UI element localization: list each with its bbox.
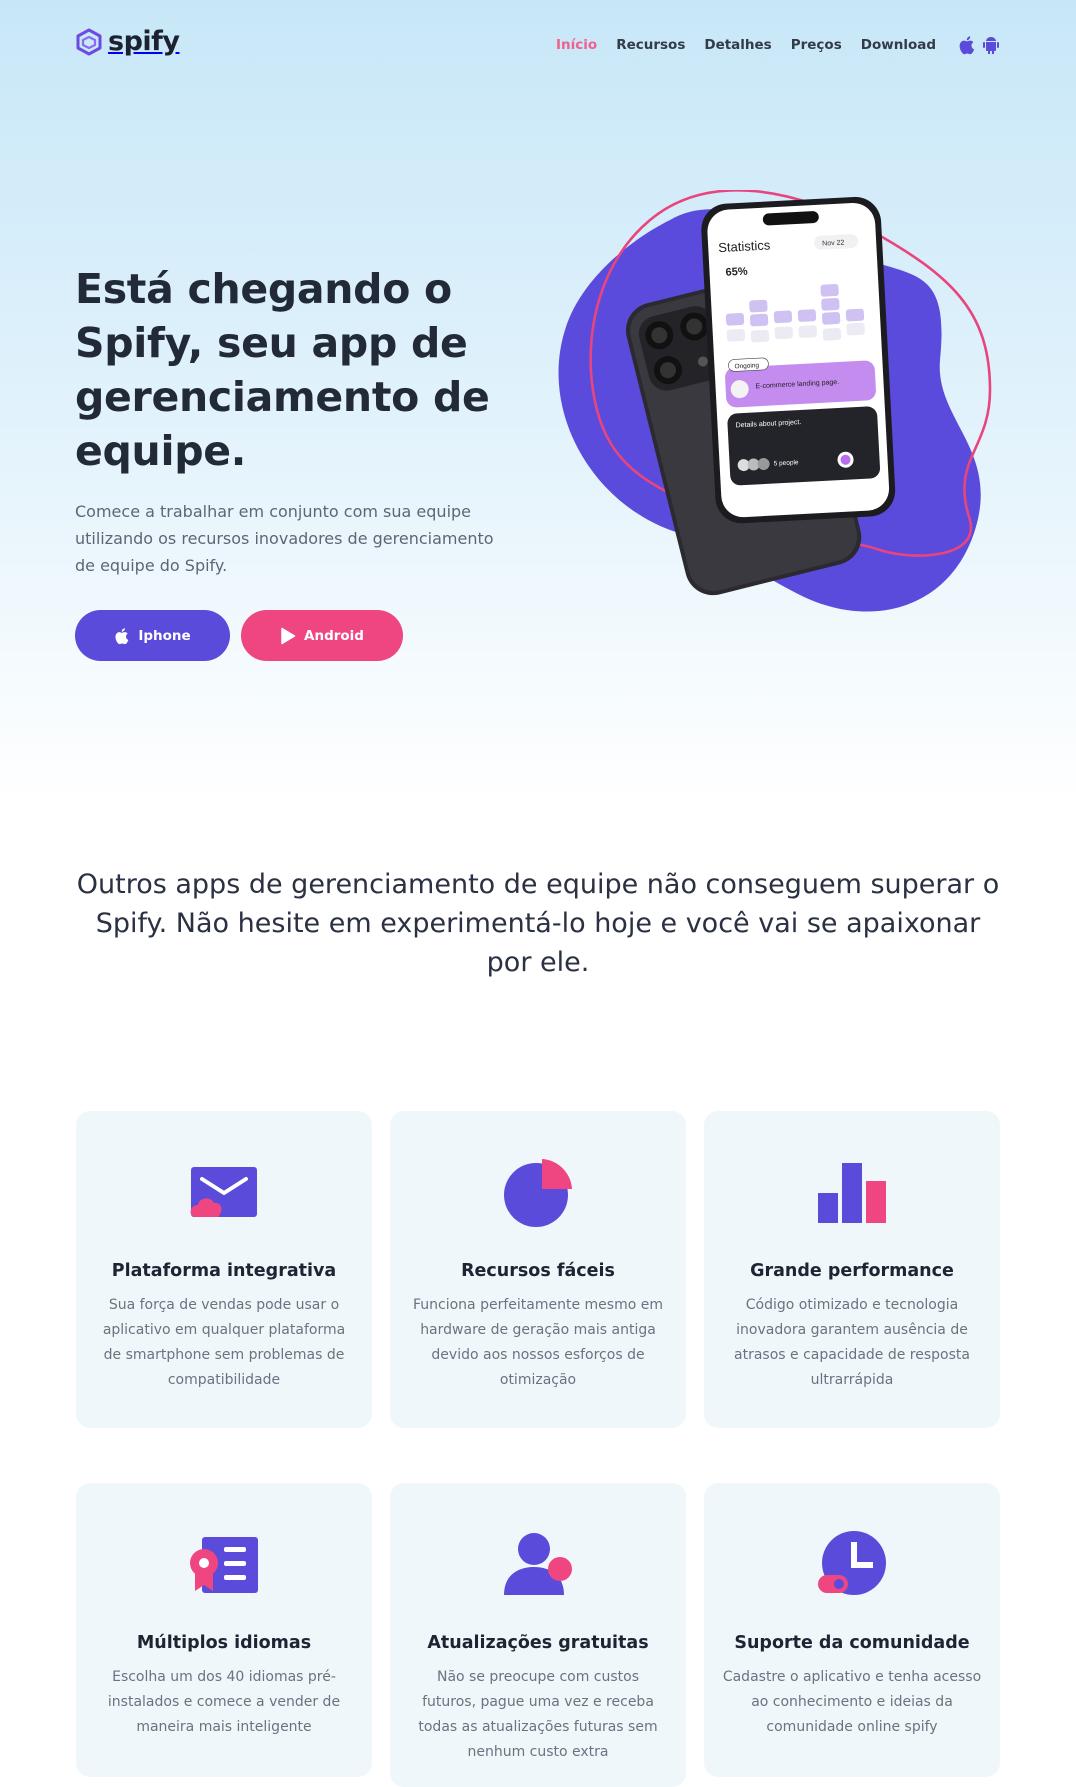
feature-card-idiomas: Múltiplos idiomas Escolha um dos 40 idio… xyxy=(76,1483,372,1777)
play-icon xyxy=(281,627,296,644)
android-button-label: Android xyxy=(304,627,364,644)
feature-card-recursos: Recursos fáceis Funciona perfeitamente m… xyxy=(390,1111,686,1428)
iphone-button[interactable]: Iphone xyxy=(75,610,230,661)
nav-download[interactable]: Download xyxy=(861,37,936,53)
tagline: Outros apps de gerenciamento de equipe n… xyxy=(76,869,1000,978)
main-menu: Início Recursos Detalhes Preços Download xyxy=(556,35,1000,55)
front-phone: Statistics Nov 22 65% Ongoing E-commerce… xyxy=(701,196,896,524)
phone-people: 5 people xyxy=(773,459,799,467)
apple-icon[interactable] xyxy=(958,35,976,55)
android-icon[interactable] xyxy=(982,35,1000,55)
phone-status: Ongoing xyxy=(734,362,759,370)
hero-subtitle: Comece a trabalhar em conjunto com sua e… xyxy=(75,502,494,575)
apple-icon xyxy=(115,627,129,644)
clock-support-icon xyxy=(818,1531,886,1595)
feature-card-atualizacoes: Atualizações gratuitas Não se preocupe c… xyxy=(390,1483,686,1787)
phone-date: Nov 22 xyxy=(822,239,845,247)
nav-inicio[interactable]: Início xyxy=(556,37,597,53)
language-list-icon xyxy=(190,1537,258,1593)
pie-chart-icon xyxy=(504,1159,572,1227)
android-button[interactable]: Android xyxy=(241,610,403,661)
iphone-button-label: Iphone xyxy=(138,627,191,644)
feature-card-performance: Grande performance Código otimizado e te… xyxy=(704,1111,1000,1428)
logo-text: spify xyxy=(108,26,180,57)
cube-logo-icon xyxy=(76,28,102,55)
feature-title: Múltiplos idiomas xyxy=(136,1633,312,1653)
feature-card-suporte: Suporte da comunidade Cadastre o aplicat… xyxy=(704,1483,1000,1777)
feature-title: Suporte da comunidade xyxy=(734,1633,970,1653)
feature-title: Atualizações gratuitas xyxy=(427,1633,649,1653)
phone-percent: 65% xyxy=(725,266,748,279)
phone-illustration: Statistics Nov 22 65% Ongoing E-commerce… xyxy=(558,190,992,612)
envelope-cloud-icon xyxy=(190,1167,257,1217)
nav-recursos[interactable]: Recursos xyxy=(616,37,685,53)
phone-title: Statistics xyxy=(718,237,771,255)
feature-text: Não se preocupe com custos futuros, pagu… xyxy=(418,1669,658,1760)
feature-card-integrativa: Plataforma integrativa Sua força de vend… xyxy=(76,1111,372,1428)
user-update-icon xyxy=(504,1533,572,1595)
store-icons xyxy=(958,35,1000,55)
feature-text: Sua força de vendas pode usar o aplicati… xyxy=(102,1297,346,1388)
feature-title: Plataforma integrativa xyxy=(111,1261,337,1281)
hero-title: Está chegando o Spify, seu app de gerenc… xyxy=(75,265,490,475)
feature-title: Recursos fáceis xyxy=(461,1261,615,1281)
feature-text: Cadastre o aplicativo e tenha acesso ao … xyxy=(722,1669,982,1735)
feature-text: Funciona perfeitamente mesmo em hardware… xyxy=(413,1297,663,1388)
logo[interactable]: spify xyxy=(76,26,180,57)
nav-detalhes[interactable]: Detalhes xyxy=(704,37,771,53)
feature-text: Escolha um dos 40 idiomas pré-instalados… xyxy=(107,1669,341,1735)
top-navigation: spify Início Recursos Detalhes Preços Do… xyxy=(0,0,1076,88)
nav-precos[interactable]: Preços xyxy=(791,37,842,53)
bar-chart-icon xyxy=(818,1163,886,1223)
feature-title: Grande performance xyxy=(750,1261,954,1281)
feature-text: Código otimizado e tecnologia inovadora … xyxy=(734,1297,970,1388)
